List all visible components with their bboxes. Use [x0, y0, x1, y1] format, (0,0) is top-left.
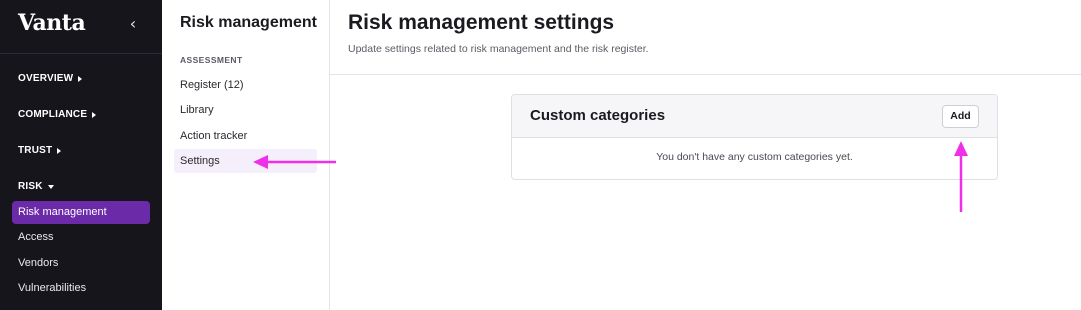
sidebar-item-access[interactable]: Access: [12, 226, 150, 249]
nav-section-overview[interactable]: OVERVIEW: [18, 73, 83, 84]
caret-right-icon: [78, 75, 83, 82]
submenu-title: Risk management: [180, 14, 317, 31]
caret-right-icon: [57, 147, 62, 154]
nav-section-label: RISK: [18, 181, 43, 192]
submenu-group-label: ASSESSMENT: [180, 55, 243, 65]
nav-section-label: OVERVIEW: [18, 73, 74, 84]
page-header: Risk management settings Update settings…: [330, 0, 1081, 75]
submenu-item-register[interactable]: Register (12): [174, 73, 317, 97]
caret-right-icon: [92, 111, 97, 118]
submenu-item-settings[interactable]: Settings: [174, 149, 317, 173]
page-subtitle: Update settings related to risk manageme…: [348, 43, 649, 55]
sidebar-item-vendors[interactable]: Vendors: [12, 252, 150, 275]
page-title: Risk management settings: [348, 11, 615, 34]
risk-management-submenu: Risk management ASSESSMENT Register (12)…: [162, 0, 330, 310]
nav-section-risk[interactable]: RISK: [18, 181, 54, 192]
primary-sidebar: Vanta ‹ OVERVIEW COMPLIANCE TRUST RISK R…: [0, 0, 162, 310]
nav-section-label: COMPLIANCE: [18, 109, 88, 120]
vanta-logo[interactable]: Vanta: [18, 10, 86, 36]
collapse-sidebar-icon[interactable]: ‹: [124, 14, 142, 34]
nav-section-label: TRUST: [18, 145, 53, 156]
nav-section-compliance[interactable]: COMPLIANCE: [18, 109, 97, 120]
main-content: Risk management settings Update settings…: [330, 0, 1081, 310]
submenu-item-library[interactable]: Library: [174, 98, 317, 122]
empty-state-text: You don't have any custom categories yet…: [656, 151, 853, 163]
card-header: Custom categories Add: [512, 95, 997, 138]
logo-row: Vanta ‹: [0, 0, 162, 54]
sidebar-item-risk-management[interactable]: Risk management: [12, 201, 150, 224]
caret-down-icon: [47, 184, 54, 189]
custom-categories-card: Custom categories Add You don't have any…: [511, 94, 998, 180]
add-category-button[interactable]: Add: [942, 105, 979, 128]
submenu-item-action-tracker[interactable]: Action tracker: [174, 124, 317, 148]
card-title: Custom categories: [530, 107, 666, 124]
sidebar-item-vulnerabilities[interactable]: Vulnerabilities: [12, 277, 150, 300]
nav-section-trust[interactable]: TRUST: [18, 145, 62, 156]
